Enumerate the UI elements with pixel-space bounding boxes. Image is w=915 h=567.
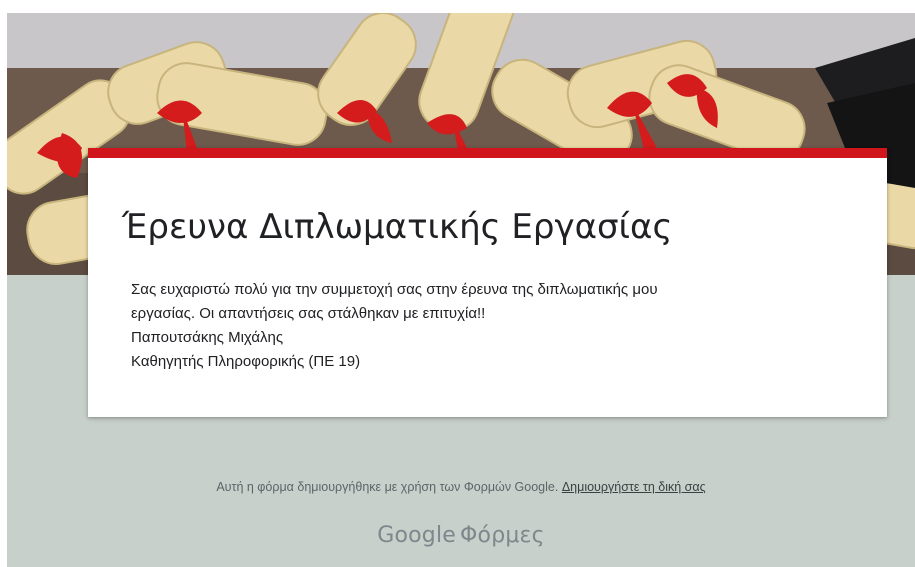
confirmation-card: Έρευνα Διπλωματικής Εργασίας Σας ευχαρισ… [88, 148, 887, 417]
message-line: εργασίας. Οι απαντήσεις σας στάλθηκαν με… [131, 305, 486, 322]
footer-disclaimer: Αυτή η φόρμα δημιουργήθηκε με χρήση των … [7, 480, 915, 494]
google-forms-logo[interactable]: Google Φόρμες [7, 523, 915, 548]
message-line: Σας ευχαριστώ πολύ για την συμμετοχή σας… [131, 281, 658, 298]
message-line: Παπουτσάκης Μιχάλης [131, 329, 284, 346]
message-line: Καθηγητής Πληροφορικής (ΠΕ 19) [131, 353, 361, 370]
logo-brand: Google [377, 523, 457, 548]
create-your-own-link[interactable]: Δημιουργήστε τη δική σας [562, 480, 706, 494]
confirmation-message: Σας ευχαριστώ πολύ για την συμμετοχή σας… [131, 278, 851, 374]
footer-note-text: Αυτή η φόρμα δημιουργήθηκε με χρήση των … [216, 480, 559, 494]
form-page: Έρευνα Διπλωματικής Εργασίας Σας ευχαρισ… [7, 13, 915, 567]
form-title: Έρευνα Διπλωματικής Εργασίας [122, 207, 673, 247]
logo-product: Φόρμες [460, 523, 545, 548]
